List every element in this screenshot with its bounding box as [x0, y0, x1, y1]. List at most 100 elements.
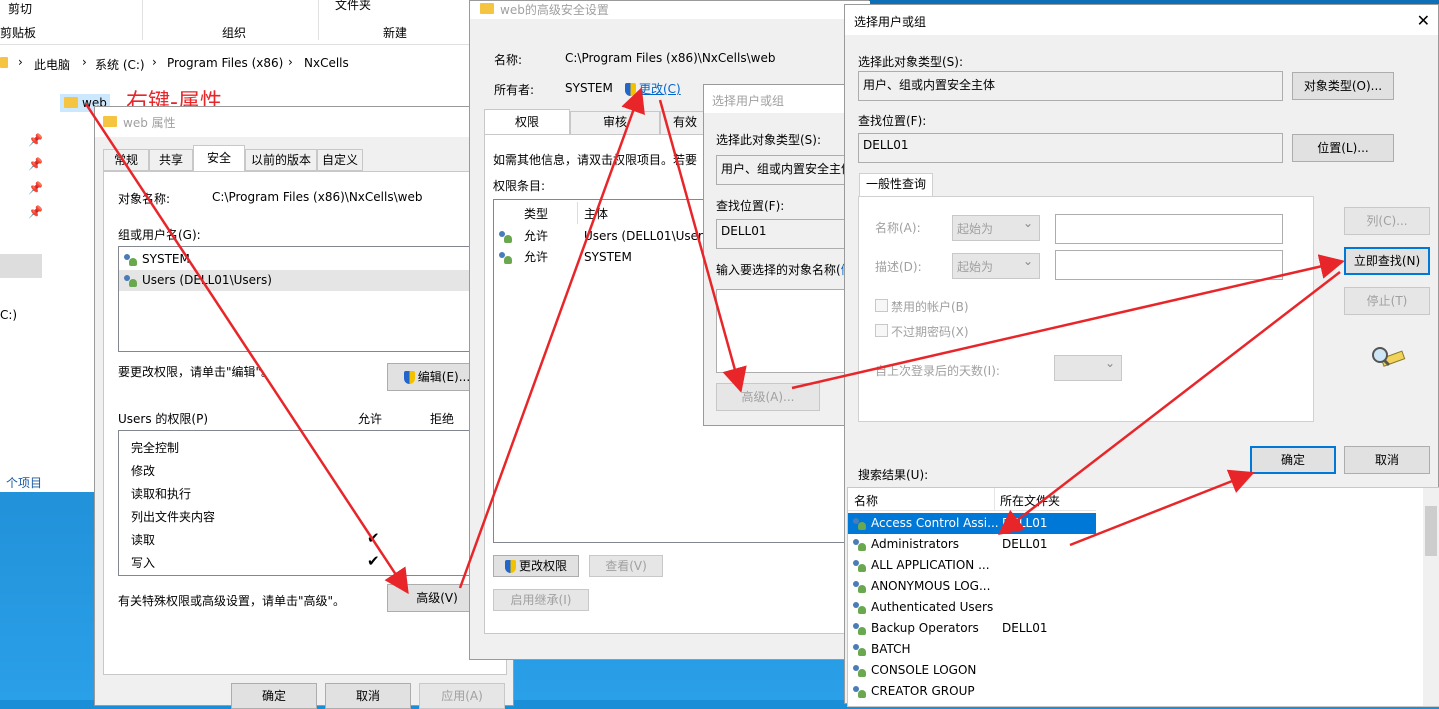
select-cancel-button[interactable]: 取消: [1344, 446, 1430, 474]
table-row[interactable]: CONSOLE LOGON: [848, 660, 1096, 681]
columns-button[interactable]: 列(C)...: [1344, 207, 1430, 235]
enter-names-text: 输入要选择的对象名称(: [716, 263, 841, 277]
tab-common-queries[interactable]: 一般性查询: [859, 173, 933, 197]
location-value: DELL01: [721, 224, 767, 238]
pin-icon[interactable]: 📌: [28, 205, 43, 219]
ok-label: 确定: [261, 689, 286, 703]
tab-general[interactable]: 常规: [103, 149, 149, 171]
col-name-header[interactable]: 名称: [854, 492, 878, 509]
check-icon: ✔: [367, 552, 380, 570]
name-input[interactable]: [1055, 214, 1283, 244]
cancel-button[interactable]: 取消: [325, 683, 411, 709]
table-row[interactable]: Administrators DELL01: [848, 534, 1096, 555]
name-combo[interactable]: 起始为: [952, 215, 1040, 241]
tab-security[interactable]: 安全: [193, 145, 245, 172]
name-label: 名称(A):: [875, 221, 921, 235]
advanced-label: 高级(V): [416, 591, 458, 605]
location-label: 查找位置(F):: [858, 114, 927, 128]
tab-auditing[interactable]: 审核: [570, 111, 660, 135]
view-label: 查看(V): [605, 559, 647, 573]
object-type-value: 用户、组或内置安全主体: [863, 78, 996, 92]
column-divider: [994, 488, 995, 510]
search-results-list[interactable]: 名称 所在文件夹 Access Control Assi... DELL01 Ad…: [847, 487, 1439, 707]
properties-titlebar: web 属性: [95, 107, 513, 137]
users-icon: [498, 251, 514, 265]
select-titlebar: 选择用户或组 ✕: [845, 5, 1438, 35]
breadcrumb-sep: ›: [18, 55, 23, 69]
properties-title: web 属性: [123, 116, 176, 130]
scrollbar[interactable]: [1423, 488, 1439, 706]
table-row[interactable]: ANONYMOUS LOG...: [848, 576, 1096, 597]
breadcrumb[interactable]: › 此电脑 › 系统 (C:) › Program Files (x86) › …: [0, 52, 470, 74]
tab-previous-versions[interactable]: 以前的版本: [245, 149, 317, 171]
description-input[interactable]: [1055, 250, 1283, 280]
table-row[interactable]: BATCH: [848, 639, 1096, 660]
name-combo-value: 起始为: [957, 222, 994, 236]
ribbon-separator: [142, 0, 143, 40]
object-name-label: 对象名称:: [118, 192, 171, 206]
tab-sharing[interactable]: 共享: [149, 149, 193, 171]
breadcrumb-sep: ›: [152, 55, 157, 69]
entry-type: 允许: [524, 250, 549, 264]
users-icon: [852, 664, 868, 678]
disabled-accounts-checkbox[interactable]: [875, 299, 888, 312]
close-icon[interactable]: ✕: [1417, 11, 1430, 30]
small-advanced-label: 高级(A)...: [741, 390, 795, 404]
breadcrumb-item[interactable]: NxCells: [304, 56, 349, 70]
nav-selected-item[interactable]: [0, 254, 42, 278]
col-type-header[interactable]: 类型: [524, 205, 548, 222]
list-item[interactable]: SYSTEM: [119, 249, 487, 270]
change-owner-link[interactable]: 更改(C): [625, 80, 681, 97]
entry-principal: SYSTEM: [584, 250, 632, 264]
results-header: 名称 所在文件夹: [848, 488, 1096, 511]
tab-permissions[interactable]: 权限: [484, 109, 570, 135]
tab-customize[interactable]: 自定义: [317, 149, 363, 171]
table-row[interactable]: ALL APPLICATION ...: [848, 555, 1096, 576]
table-row[interactable]: Authenticated Users: [848, 597, 1096, 618]
change-permissions-button[interactable]: 更改权限: [493, 555, 579, 577]
ok-button[interactable]: 确定: [231, 683, 317, 709]
non-expiring-checkbox[interactable]: [875, 324, 888, 337]
pin-icon[interactable]: 📌: [28, 133, 43, 147]
folder-icon: [103, 116, 117, 127]
locations-button[interactable]: 位置(L)...: [1292, 134, 1394, 162]
select-user-dialog: 选择用户或组 ✕ 选择此对象类型(S): 用户、组或内置安全主体 对象类型(O)…: [844, 4, 1439, 707]
breadcrumb-item[interactable]: 此电脑: [34, 56, 70, 73]
select-ok-button[interactable]: 确定: [1250, 446, 1336, 474]
entry-principal: Users (DELL01\Users: [584, 229, 710, 243]
enable-inheritance-button[interactable]: 启用继承(I): [493, 589, 589, 611]
breadcrumb-item[interactable]: 系统 (C:): [95, 56, 145, 73]
find-now-button[interactable]: 立即查找(N): [1344, 247, 1430, 275]
scrollbar-thumb[interactable]: [1425, 506, 1437, 556]
object-types-button[interactable]: 对象类型(O)...: [1292, 72, 1394, 100]
change-perm-label: 更改权限: [518, 559, 567, 573]
table-row[interactable]: Backup Operators DELL01: [848, 618, 1096, 639]
col-principal-header[interactable]: 主体: [584, 205, 608, 222]
breadcrumb-sep: ›: [288, 55, 293, 69]
group-users-label: 组或用户名(G):: [118, 228, 201, 242]
object-type-label: 选择此对象类型(S):: [716, 133, 822, 147]
pin-icon[interactable]: 📌: [28, 157, 43, 171]
users-icon: [852, 517, 868, 531]
apply-button[interactable]: 应用(A): [419, 683, 505, 709]
table-row[interactable]: CREATOR GROUP: [848, 681, 1096, 702]
days-combo[interactable]: [1054, 355, 1122, 381]
col-folder-header[interactable]: 所在文件夹: [1000, 492, 1060, 509]
list-item[interactable]: Users (DELL01\Users): [119, 270, 487, 291]
table-row[interactable]: Access Control Assi... DELL01: [848, 513, 1096, 534]
folder-icon: [0, 57, 8, 68]
small-advanced-button[interactable]: 高级(A)...: [716, 383, 820, 411]
stop-button[interactable]: 停止(T): [1344, 287, 1430, 315]
result-name: Access Control Assi...: [871, 516, 998, 530]
ribbon-clipboard: 剪贴板: [0, 26, 37, 40]
pin-icon[interactable]: 📌: [28, 181, 43, 195]
users-list[interactable]: SYSTEM Users (DELL01\Users): [118, 246, 488, 352]
object-type-field: 用户、组或内置安全主体: [858, 71, 1283, 101]
ribbon-new: 新建: [383, 26, 408, 40]
ribbon-cut[interactable]: 剪切: [8, 0, 32, 17]
description-combo[interactable]: 起始为: [952, 253, 1040, 279]
view-button[interactable]: 查看(V): [589, 555, 663, 577]
ribbon-folder[interactable]: 文件夹: [335, 0, 371, 13]
nav-drive[interactable]: C:): [0, 308, 17, 322]
breadcrumb-item[interactable]: Program Files (x86): [167, 56, 283, 70]
